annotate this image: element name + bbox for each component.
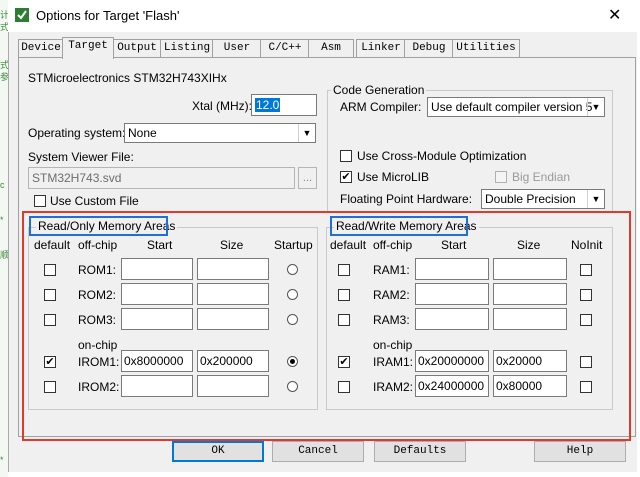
tab-debug[interactable]: Debug	[404, 39, 454, 57]
close-icon[interactable]: ✕	[608, 5, 621, 25]
ok-button[interactable]: OK	[172, 441, 264, 462]
tab-output[interactable]: Output	[112, 39, 162, 57]
device-name: STMicroelectronics STM32H743XIHx	[28, 71, 227, 85]
chevron-down-icon: ▼	[587, 190, 604, 208]
tab-target[interactable]: Target	[62, 37, 114, 59]
svf-input[interactable]: STM32H743.svd	[28, 167, 295, 189]
app-icon	[15, 8, 29, 22]
big-endian-checkbox[interactable]	[495, 171, 507, 183]
strip-glyph: c	[0, 180, 5, 190]
cross-module-checkbox[interactable]	[340, 150, 352, 162]
tab-linker[interactable]: Linker	[356, 39, 406, 57]
svf-label: System Viewer File:	[28, 150, 134, 164]
cross-module-label: Use Cross-Module Optimization	[357, 149, 527, 163]
compiler-value: Use default compiler version 5	[431, 100, 593, 114]
cancel-button[interactable]: Cancel	[272, 441, 364, 462]
fph-value: Double Precision	[485, 192, 576, 206]
tab-device[interactable]: Device	[18, 39, 64, 57]
tab-asm[interactable]: Asm	[308, 39, 354, 57]
background-editor-strip: 计 式 式 参 c * 顺 *	[0, 0, 9, 477]
title-bar: Options for Target 'Flash' ✕	[8, 0, 640, 32]
compiler-select[interactable]: Use default compiler version 5 ▼	[427, 97, 605, 117]
big-endian-label: Big Endian	[512, 170, 571, 184]
window-title: Options for Target 'Flash'	[36, 8, 180, 23]
tab-cpp[interactable]: C/C++	[260, 39, 310, 57]
os-label: Operating system:	[28, 126, 126, 140]
annotation-highlight	[22, 211, 631, 441]
tab-user[interactable]: User	[212, 39, 262, 57]
chevron-down-icon: ▼	[587, 98, 604, 116]
tab-listing[interactable]: Listing	[160, 39, 214, 57]
tab-utilities[interactable]: Utilities	[452, 39, 520, 57]
xtal-input[interactable]: 12.0	[251, 94, 317, 116]
fph-label: Floating Point Hardware:	[340, 192, 473, 206]
xtal-value: 12.0	[255, 98, 281, 112]
compiler-label: ARM Compiler:	[340, 100, 422, 114]
custom-file-checkbox[interactable]	[34, 195, 46, 207]
strip-glyph: *	[0, 215, 4, 225]
microlib-checkbox[interactable]: ✔	[340, 171, 352, 183]
custom-file-label: Use Custom File	[50, 194, 139, 208]
strip-glyph: *	[0, 455, 4, 465]
defaults-button[interactable]: Defaults	[374, 441, 466, 462]
chevron-down-icon: ▼	[298, 124, 315, 142]
microlib-label: Use MicroLIB	[357, 170, 430, 184]
help-button[interactable]: Help	[534, 441, 626, 462]
code-generation-title: Code Generation	[331, 83, 427, 97]
os-value: None	[128, 126, 157, 140]
fph-select[interactable]: Double Precision ▼	[481, 189, 605, 209]
os-select[interactable]: None ▼	[124, 123, 316, 143]
xtal-label: Xtal (MHz):	[192, 99, 252, 113]
browse-button[interactable]: ...	[298, 167, 317, 189]
